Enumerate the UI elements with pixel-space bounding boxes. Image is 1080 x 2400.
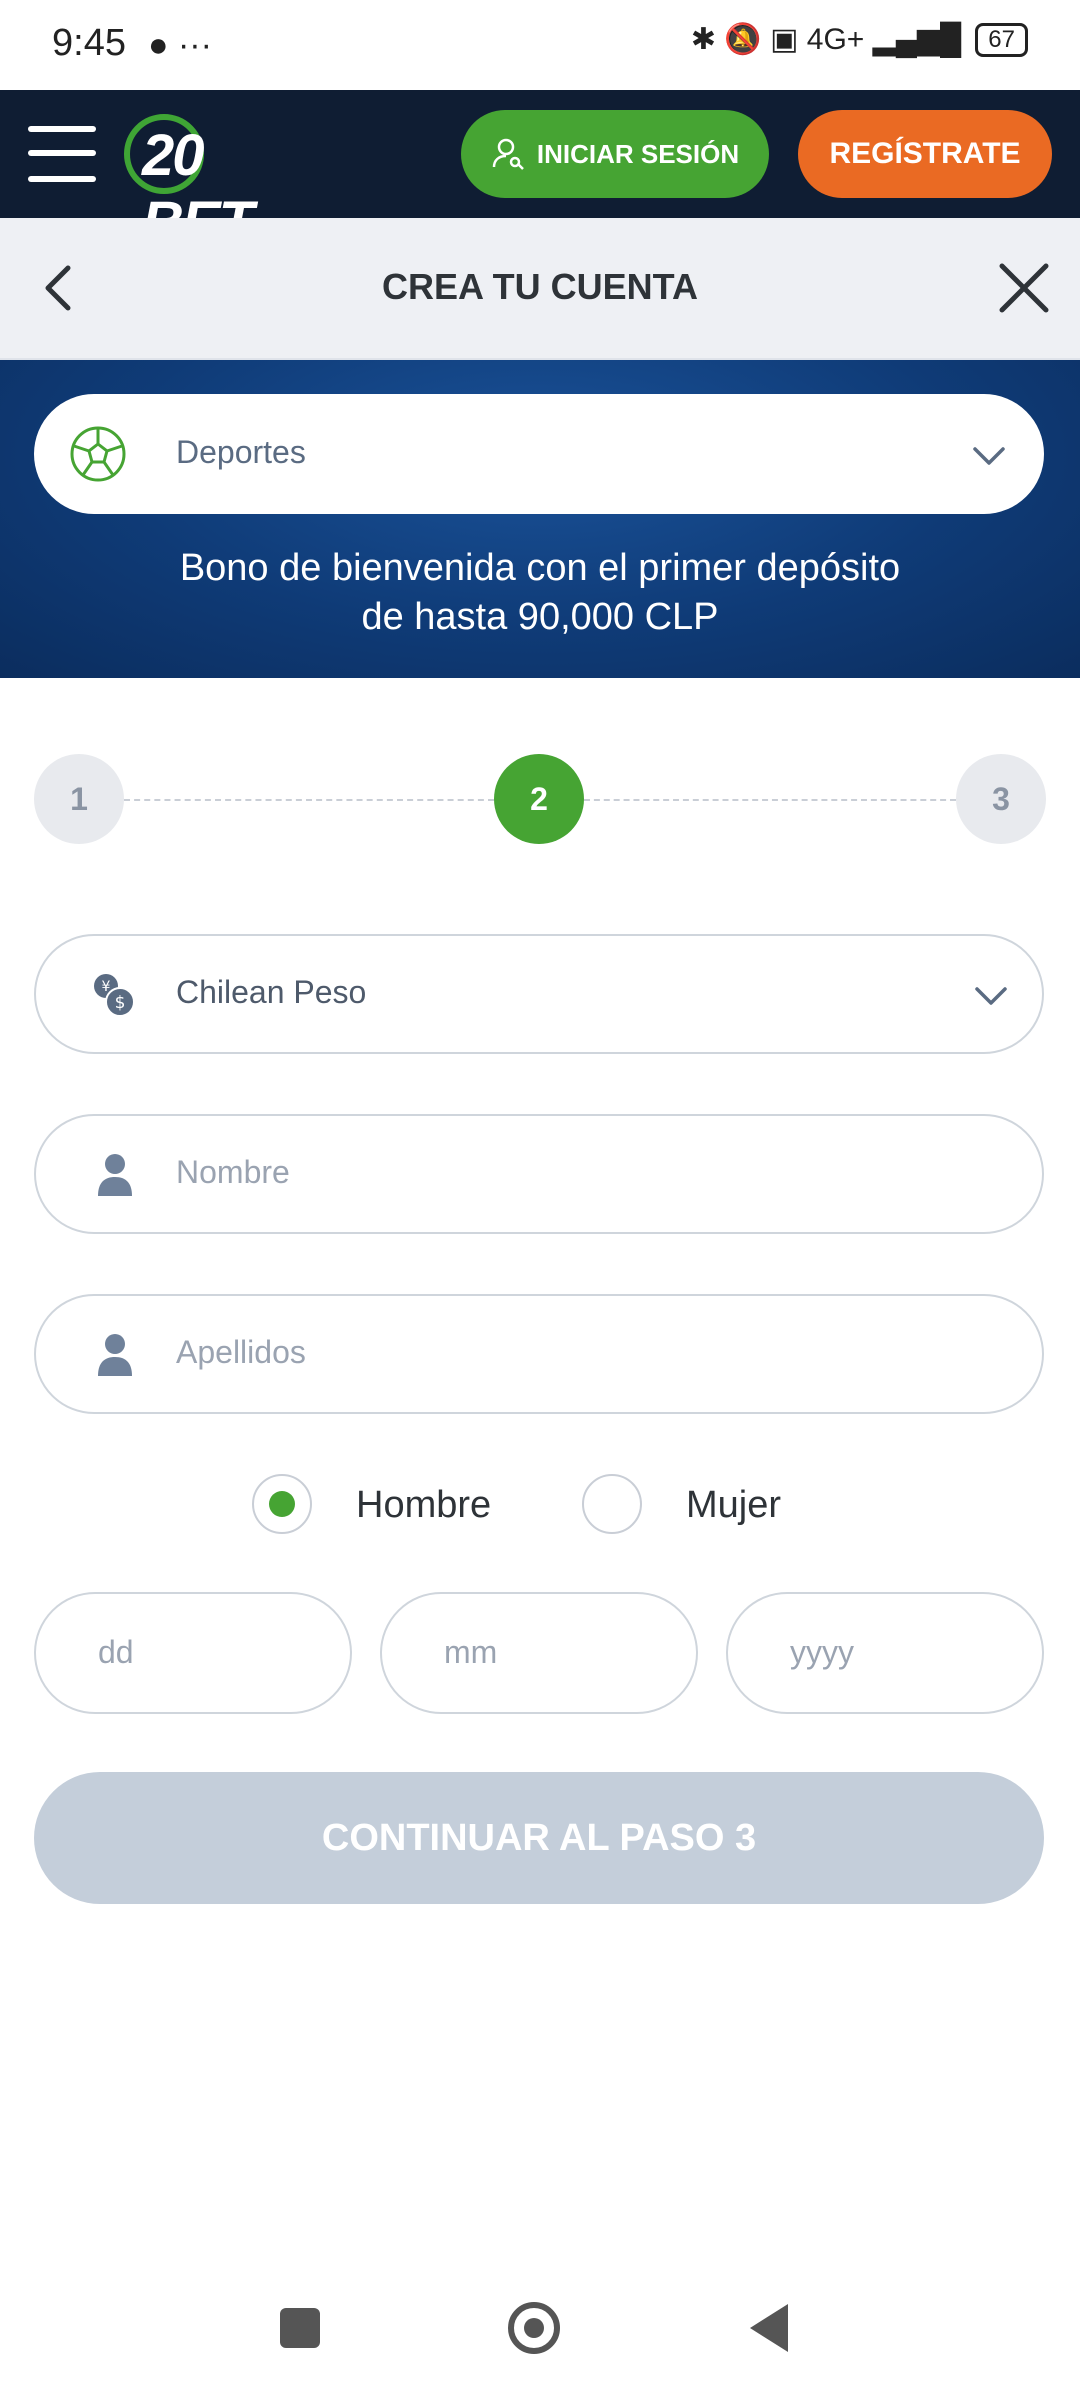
day-placeholder: dd [98,1634,134,1670]
status-bar: 9:45 ● ··· ✱ 🔕 ▣ 4G+ ▂▄▆█ 67 [0,0,1080,90]
currency-select[interactable]: ¥ $ Chilean Peso [34,934,1044,1054]
battery-icon: 67 [975,22,1028,57]
brand-logo[interactable]: 20 BET [124,108,324,255]
chevron-down-icon [973,447,1005,465]
radio-selected-dot [269,1491,295,1517]
gender-male-radio[interactable] [252,1474,312,1534]
recent-apps-icon[interactable] [280,2308,320,2348]
back-triangle-icon[interactable] [750,2304,788,2352]
year-placeholder: yyyy [790,1634,854,1670]
promo-banner: Deportes Bono de bienvenida con el prime… [0,360,1080,678]
last-name-field[interactable]: Apellidos [34,1294,1044,1414]
bonus-text: Bono de bienvenida con el primer depósit… [0,544,1080,642]
birth-day-field[interactable]: dd [34,1592,352,1714]
login-button[interactable]: INICIAR SESIÓN [461,110,769,198]
month-placeholder: mm [444,1634,498,1670]
sport-select[interactable]: Deportes [34,394,1044,514]
login-label: INICIAR SESIÓN [536,138,740,169]
bonus-line-2: de hasta 90,000 CLP [361,596,719,638]
notification-icons: ● ··· [148,26,212,64]
step-2: 2 [494,754,584,844]
step-connector [124,799,494,801]
system-icons: ✱ 🔕 ▣ 4G+ ▂▄▆█ 67 [691,22,1028,57]
close-icon [999,263,1049,313]
chevron-down-icon [975,987,1007,1005]
system-status-icons: ✱ 🔕 ▣ 4G+ ▂▄▆█ [690,23,962,56]
step-1: 1 [34,754,124,844]
gender-female-label[interactable]: Mujer [686,1484,781,1527]
step-connector [584,799,956,801]
page-title: CREA TU CUENTA [382,266,698,307]
svg-text:$: $ [115,993,126,1013]
first-name-field[interactable]: Nombre [34,1114,1044,1234]
sport-select-value: Deportes [176,434,306,470]
home-icon[interactable] [508,2302,560,2354]
continue-button[interactable]: CONTINUAR AL PASO 3 [34,1772,1044,1904]
user-icon [98,1154,132,1196]
title-bar: CREA TU CUENTA [0,218,1080,360]
user-key-icon [492,138,524,170]
app-header: 20 BET INICIAR SESIÓN REGÍSTRATE [0,90,1080,255]
close-button[interactable] [998,262,1050,314]
user-icon [98,1334,132,1376]
birth-month-field[interactable]: mm [380,1592,698,1714]
bonus-line-1: Bono de bienvenida con el primer depósit… [179,547,901,589]
gender-male-label[interactable]: Hombre [356,1484,491,1527]
birth-year-field[interactable]: yyyy [726,1592,1044,1714]
currency-value: Chilean Peso [176,974,367,1010]
home-icon-center [524,2318,544,2338]
soccer-ball-icon [70,426,126,482]
first-name-placeholder: Nombre [176,1154,290,1190]
register-button[interactable]: REGÍSTRATE [798,110,1052,198]
gender-female-radio[interactable] [582,1474,642,1534]
currency-coins-icon: ¥ $ [94,974,135,1017]
step-3: 3 [956,754,1046,844]
last-name-placeholder: Apellidos [176,1334,306,1370]
status-time: 9:45 [52,22,126,64]
menu-icon[interactable] [28,126,96,182]
